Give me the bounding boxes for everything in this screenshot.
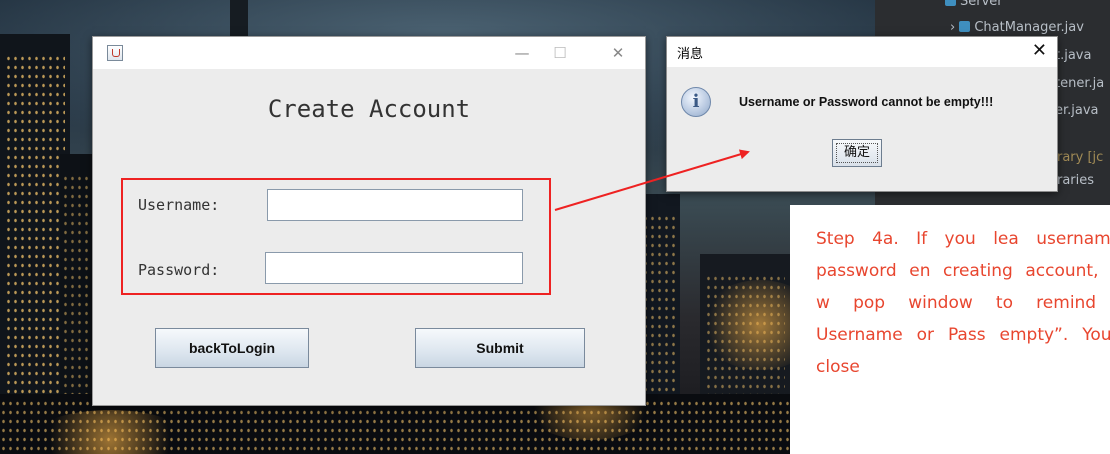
dialog-title: 消息 (677, 47, 704, 62)
annotation-text: Step 4a. If you lea username or password… (816, 229, 1110, 377)
back-to-login-button[interactable]: backToLogin (155, 328, 309, 368)
dialog-message: Username or Password cannot be empty!!! (739, 95, 994, 109)
message-dialog: 消息 ✕ i Username or Password cannot be em… (666, 36, 1058, 192)
submit-button[interactable]: Submit (415, 328, 585, 368)
ide-tree-item[interactable]: › ChatManager.jav (950, 20, 1084, 35)
ide-tree-item[interactable]: rary [jc (1057, 150, 1103, 165)
window-titlebar[interactable]: — ☐ ✕ (93, 37, 645, 69)
ok-button[interactable]: 确定 (832, 139, 882, 167)
java-file-icon (959, 21, 971, 32)
close-button[interactable]: ✕ (603, 43, 633, 63)
ide-tree-item[interactable]: er.java (1055, 103, 1099, 118)
maximize-button[interactable]: ☐ (545, 43, 575, 63)
package-icon (945, 0, 956, 6)
java-app-icon (107, 45, 123, 61)
highlight-box (121, 178, 551, 295)
dialog-titlebar[interactable]: 消息 ✕ (667, 37, 1057, 67)
dialog-close-button[interactable]: ✕ (1032, 40, 1047, 61)
ide-tree-item[interactable]: Server (945, 0, 1003, 9)
minimize-button[interactable]: — (507, 43, 537, 63)
page-title: Create Account (267, 95, 471, 123)
info-icon: i (681, 87, 711, 117)
annotation-box: Step 4a. If you lea username or password… (790, 205, 1110, 454)
ide-tree-item[interactable]: tener.ja (1055, 76, 1104, 91)
ide-tree-item[interactable]: raries (1057, 173, 1094, 188)
